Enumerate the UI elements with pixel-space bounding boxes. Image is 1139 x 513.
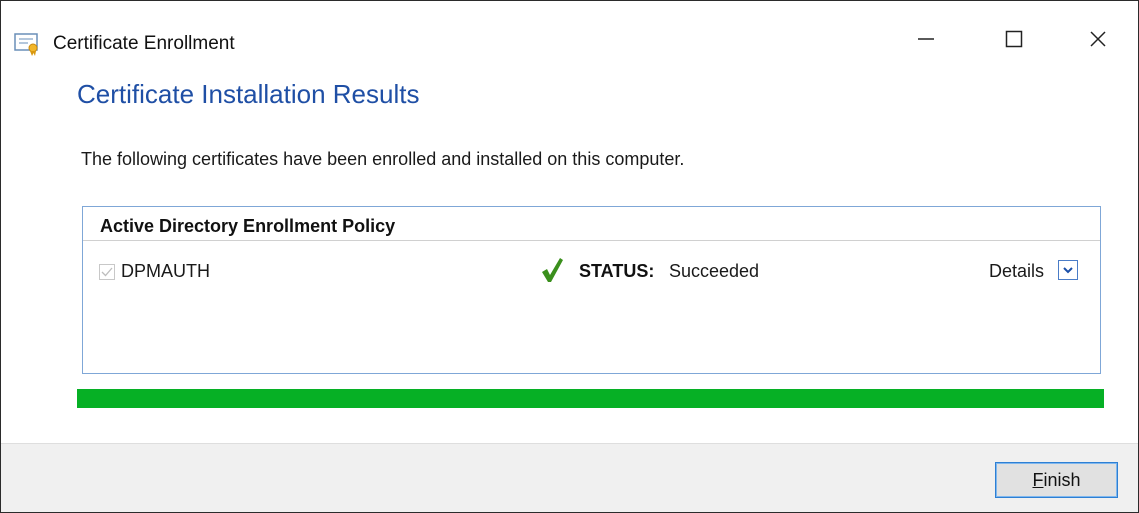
description-text: The following certificates have been enr… <box>81 149 685 169</box>
checkmark-icon <box>540 257 564 283</box>
close-button[interactable] <box>1073 17 1123 61</box>
footer: Finish <box>1 443 1138 512</box>
finish-accelerator: F <box>1032 469 1044 490</box>
minimize-icon <box>918 38 934 40</box>
certificate-row: DPMAUTH STATUS: Succeeded Details <box>83 257 1100 289</box>
chevron-down-icon <box>1063 267 1073 274</box>
policy-name: Active Directory Enrollment Policy <box>100 216 396 236</box>
details-expand-button[interactable] <box>1058 260 1078 280</box>
details-label: Details <box>989 261 1045 281</box>
certificate-checkbox[interactable] <box>99 264 115 280</box>
status-value: Succeeded <box>669 261 760 281</box>
certificate-name: DPMAUTH <box>121 261 210 281</box>
certificate-enrollment-window: Certificate Enrollment Certificate Insta… <box>0 0 1139 513</box>
progress-fill <box>77 389 1104 408</box>
certificate-icon <box>14 32 42 56</box>
maximize-icon <box>1005 30 1023 48</box>
enrollment-policy-panel: Active Directory Enrollment Policy DPMAU… <box>82 206 1101 374</box>
checkbox-check-icon <box>101 267 113 277</box>
finish-button[interactable]: Finish <box>995 462 1118 498</box>
title-bar[interactable]: Certificate Enrollment <box>1 1 1138 69</box>
close-icon <box>1090 31 1106 47</box>
minimize-button[interactable] <box>901 17 951 61</box>
maximize-button[interactable] <box>989 17 1039 61</box>
progress-bar <box>77 389 1104 408</box>
policy-header: Active Directory Enrollment Policy <box>83 207 1100 241</box>
status-label: STATUS: <box>579 261 655 281</box>
page-title: Certificate Installation Results <box>77 79 420 109</box>
window-title: Certificate Enrollment <box>53 33 235 54</box>
finish-label: inish <box>1043 469 1081 490</box>
